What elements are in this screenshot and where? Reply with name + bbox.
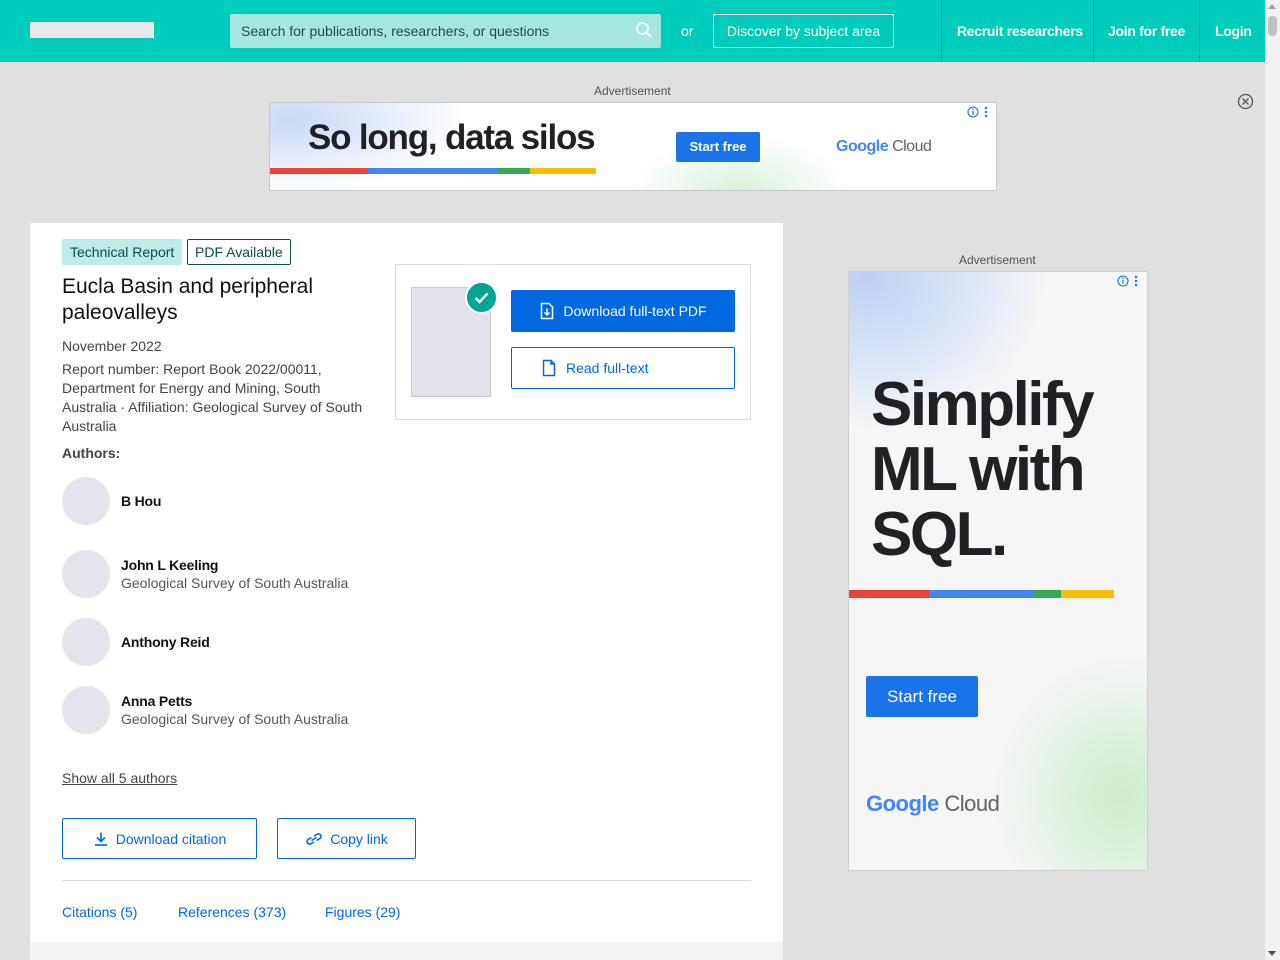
publication-date: November 2022 [62, 338, 162, 354]
author-name[interactable]: Anna Petts [121, 693, 192, 709]
researchgate-logo[interactable] [30, 22, 154, 38]
google-cloud-logo: Google Cloud [866, 791, 1000, 816]
ad-choices-icon[interactable] [1117, 274, 1139, 288]
check-icon [465, 281, 498, 314]
scroll-down-arrow[interactable] [1268, 951, 1276, 956]
read-fulltext-label: Read full-text [566, 360, 649, 376]
download-citation-label: Download citation [115, 830, 227, 847]
publication-meta: Report number: Report Book 2022/00011, D… [62, 361, 363, 434]
author-name[interactable]: B Hou [121, 493, 161, 509]
download-citation-button[interactable]: Download citation [62, 818, 257, 859]
tab-figures[interactable]: Figures (29) [325, 904, 400, 920]
nav-divider [1093, 0, 1094, 62]
side-advertisement[interactable]: Simplify ML with SQL. Start free Google … [848, 271, 1148, 871]
avatar[interactable] [62, 618, 110, 666]
copy-link-button[interactable]: Copy link [277, 818, 416, 859]
avatar[interactable] [62, 477, 110, 525]
section-divider [62, 880, 751, 881]
close-icon[interactable] [1237, 93, 1254, 110]
search-placeholder: Search for publications, researchers, or… [241, 23, 550, 39]
scroll-up-arrow[interactable] [1268, 4, 1276, 9]
ad-headline: So long, data silos [308, 118, 596, 157]
join-free-link[interactable]: Join for free [1108, 23, 1185, 39]
banner-advertisement[interactable]: So long, data silos Start free Google Cl… [269, 102, 997, 191]
ad-label: Advertisement [959, 253, 1036, 267]
discover-subject-button[interactable]: Discover by subject area [713, 14, 894, 48]
publication-type-badge: Technical Report [62, 239, 183, 265]
top-navbar: Search for publications, researchers, or… [0, 0, 1265, 62]
tab-references[interactable]: References (373) [178, 904, 286, 920]
author-item[interactable]: B Hou [62, 477, 382, 525]
google-cloud-logo: Google Cloud [836, 138, 932, 155]
file-download-icon [541, 302, 554, 320]
author-name[interactable]: John L Keeling [121, 557, 218, 573]
ad-headline: Simplify ML with SQL. [871, 370, 1095, 569]
recruit-researchers-link[interactable]: Recruit researchers [957, 23, 1083, 39]
page-scrollbar[interactable] [1265, 0, 1280, 960]
download-pdf-button[interactable]: Download full-text PDF [511, 290, 735, 332]
avatar[interactable] [62, 550, 110, 598]
file-icon [542, 359, 556, 377]
ad-label: Advertisement [594, 84, 671, 98]
copy-link-label: Copy link [330, 830, 388, 847]
login-link[interactable]: Login [1215, 23, 1252, 39]
author-item[interactable]: John L Keeling Geological Survey of Sout… [62, 550, 382, 598]
pdf-available-badge: PDF Available [187, 239, 291, 265]
or-text: or [681, 23, 694, 39]
tab-citations[interactable]: Citations (5) [62, 904, 137, 920]
read-fulltext-button[interactable]: Read full-text [511, 347, 735, 389]
download-pdf-label: Download full-text PDF [563, 303, 707, 319]
ad-start-free-button[interactable]: Start free [676, 132, 760, 162]
ad-choices-icon[interactable] [967, 105, 989, 119]
author-item[interactable]: Anthony Reid [62, 618, 382, 666]
authors-label: Authors: [62, 445, 121, 461]
author-name[interactable]: Anthony Reid [121, 634, 210, 650]
search-icon[interactable] [635, 21, 653, 39]
author-item[interactable]: Anna Petts Geological Survey of South Au… [62, 686, 382, 734]
page-title: Eucla Basin and peripheral paleovalleys [62, 275, 313, 324]
nav-divider [1199, 0, 1200, 62]
ad-start-free-button[interactable]: Start free [866, 676, 978, 717]
scroll-thumb[interactable] [1268, 16, 1277, 36]
author-affiliation: Geological Survey of South Australia [121, 575, 349, 591]
search-input[interactable]: Search for publications, researchers, or… [230, 14, 661, 48]
author-affiliation: Geological Survey of South Australia [121, 711, 349, 727]
link-icon [306, 832, 322, 845]
avatar[interactable] [62, 686, 110, 734]
nav-divider [941, 0, 942, 62]
show-all-authors-link[interactable]: Show all 5 authors [62, 770, 177, 786]
download-icon [94, 832, 107, 846]
